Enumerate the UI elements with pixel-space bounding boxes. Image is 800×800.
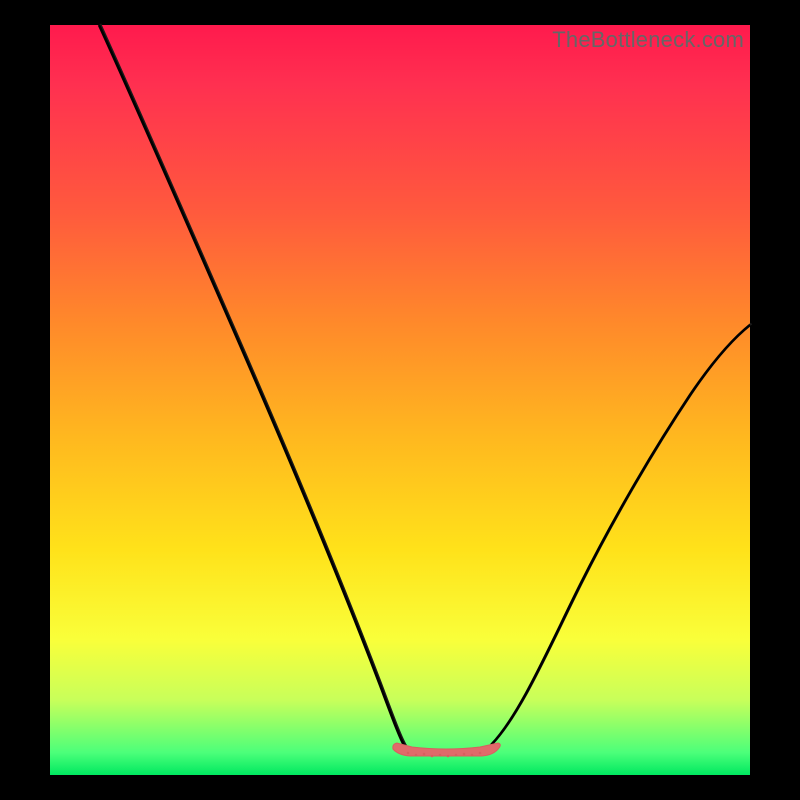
v-curve-left-primary xyxy=(99,25,405,747)
chart-frame: TheBottleneck.com xyxy=(0,0,800,800)
v-curve-right-primary xyxy=(491,325,750,745)
valley-bottom-band xyxy=(393,743,500,756)
v-curve-right-secondary xyxy=(493,324,752,744)
plot-area: TheBottleneck.com xyxy=(50,25,750,775)
chart-svg xyxy=(50,25,750,775)
